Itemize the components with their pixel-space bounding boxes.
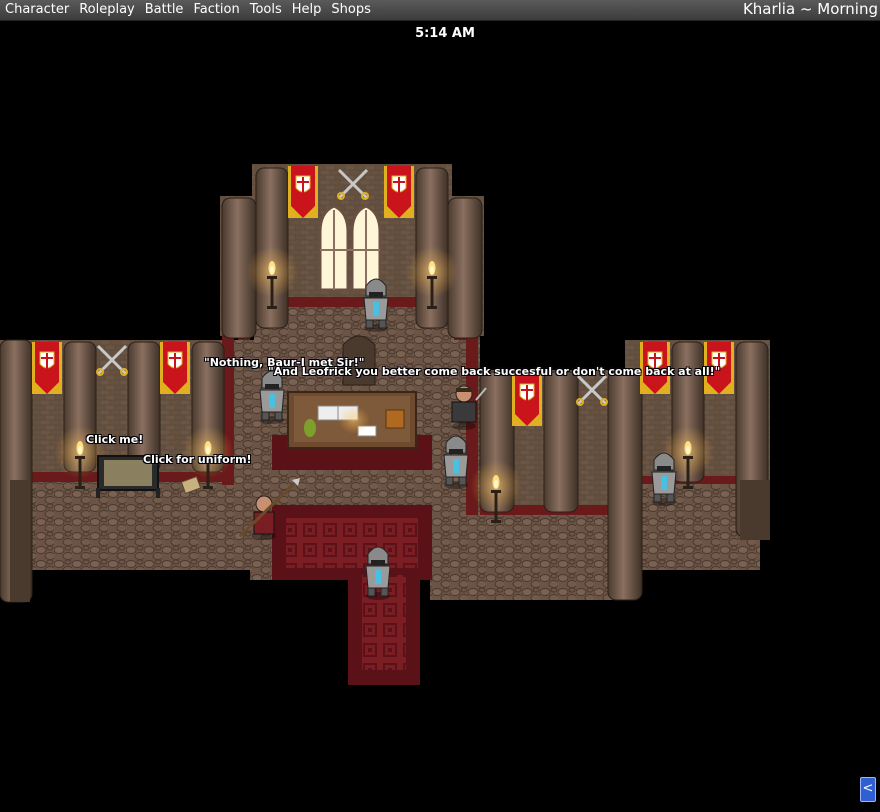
click-for-uniform-label[interactable]: Click for uniform! [143,453,252,466]
menu-roleplay[interactable]: Roleplay [74,0,140,20]
menu-bar: Character Roleplay Battle Faction Tools … [0,0,880,21]
menu-battle[interactable]: Battle [140,0,189,20]
click-me-label[interactable]: Click me! [86,433,143,446]
player-character [365,546,391,601]
collapse-panel-button[interactable]: < [860,777,876,802]
menu-list: Character Roleplay Battle Faction Tools … [0,0,376,20]
knight-guard-east [651,452,677,507]
knight-baur [259,370,285,425]
game-clock: 5:14 AM [415,26,475,41]
menu-help[interactable]: Help [287,0,327,20]
location-title: Kharlia ~ Morning [742,0,878,18]
game-scene[interactable]: "Nothing, Baur-I met Sir!" "And Leofrick… [0,0,880,808]
menu-tools[interactable]: Tools [245,0,287,20]
speech-bubble-leofrick: "And Leofrick you better come back succe… [268,365,721,378]
menu-shops[interactable]: Shops [326,0,375,20]
knight-guard-north [363,278,389,333]
menu-character[interactable]: Character [0,0,74,20]
knight-guard-center [443,435,469,490]
map-view[interactable] [0,0,880,808]
menu-faction[interactable]: Faction [188,0,244,20]
